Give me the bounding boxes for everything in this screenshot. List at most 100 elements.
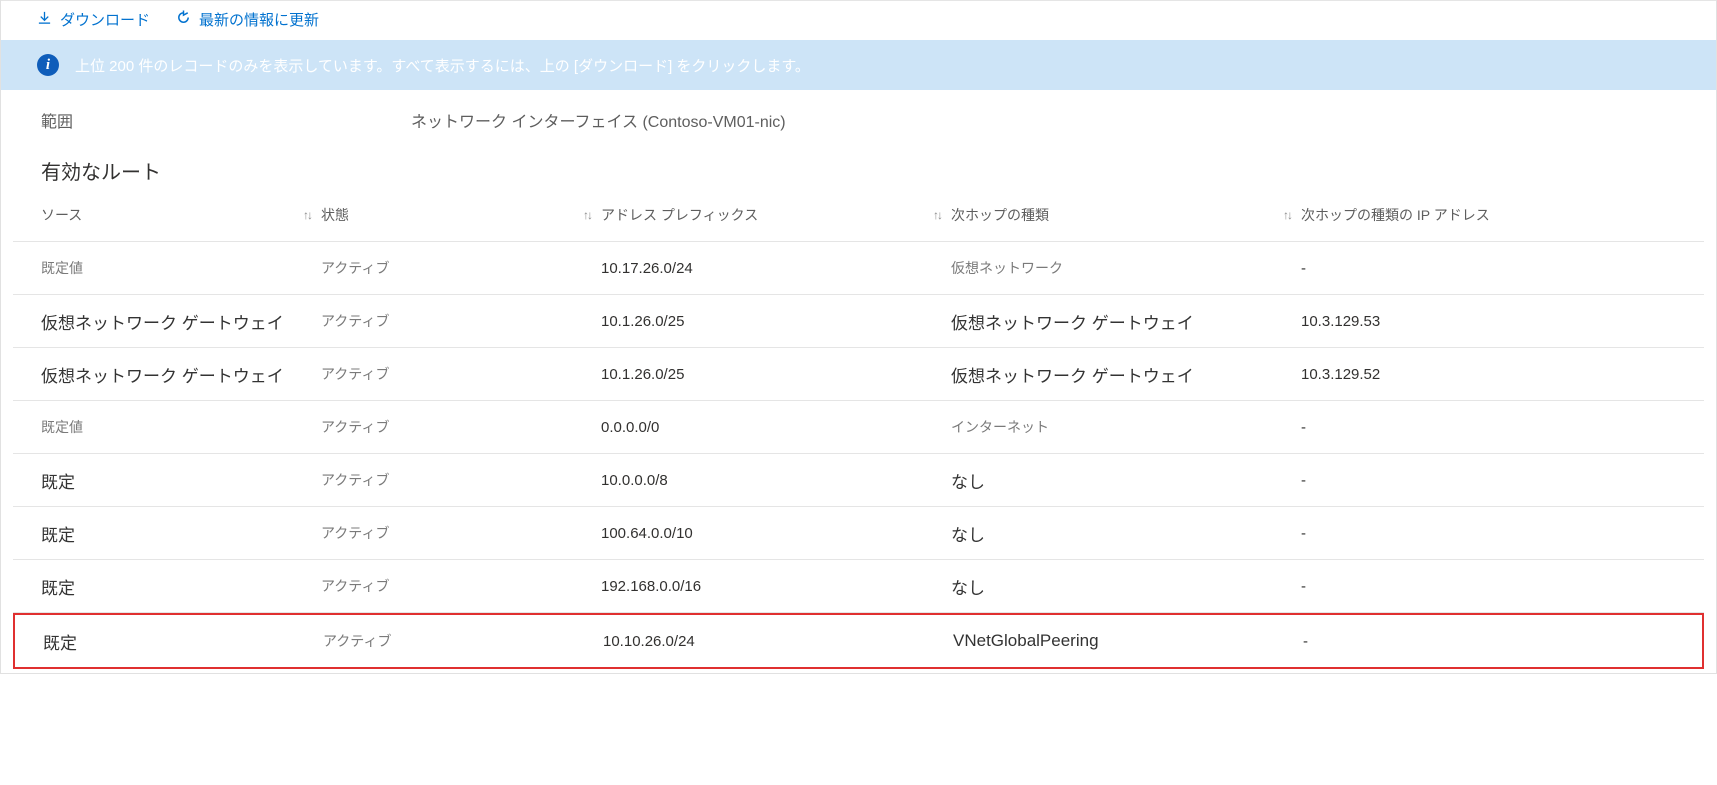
cell-hop-type-text: なし bbox=[951, 521, 985, 546]
cell-state: アクティブ bbox=[321, 470, 601, 490]
cell-hop-ip: - bbox=[1301, 525, 1676, 542]
cell-state: アクティブ bbox=[321, 576, 601, 596]
property-scope-value: ネットワーク インターフェイス (Contoso-VM01-nic) bbox=[411, 108, 786, 132]
page-root: ダウンロード 最新の情報に更新 i 上位 200 件のレコードのみを表示していま… bbox=[0, 0, 1717, 674]
cell-source: 既定 bbox=[41, 468, 321, 493]
cell-prefix: 192.168.0.0/16 bbox=[601, 578, 951, 595]
cell-prefix: 10.1.26.0/25 bbox=[601, 313, 951, 330]
sort-icon: ↑↓ bbox=[933, 208, 941, 222]
cell-prefix-text: 10.17.26.0/24 bbox=[601, 260, 693, 277]
cell-state-text: アクティブ bbox=[321, 364, 389, 384]
cell-hop-ip-text: 10.3.129.52 bbox=[1301, 366, 1380, 383]
cell-prefix: 10.0.0.0/8 bbox=[601, 472, 951, 489]
table-row[interactable]: 仮想ネットワーク ゲートウェイ アクティブ 10.1.26.0/25 仮想ネットワーク… bbox=[13, 348, 1704, 401]
table-row[interactable]: 既定アクティブ10.10.26.0/24VNetGlobalPeering- bbox=[15, 615, 1702, 667]
cell-hop-type: なし bbox=[951, 521, 1301, 546]
table-row[interactable]: 既定値 アクティブ0.0.0.0/0 インターネット - bbox=[13, 401, 1704, 454]
cell-prefix: 10.1.26.0/25 bbox=[601, 366, 951, 383]
cell-state: アクティブ bbox=[321, 417, 601, 437]
cell-hop-ip: - bbox=[1301, 260, 1676, 277]
table-row[interactable]: 既定アクティブ10.0.0.0/8 なし- bbox=[13, 454, 1704, 507]
table-row[interactable]: 既定 アクティブ 100.64.0.0/10 なし - bbox=[13, 507, 1704, 560]
cell-state-text: アクティブ bbox=[321, 311, 389, 331]
cell-prefix-text: 10.0.0.0/8 bbox=[601, 472, 668, 489]
cell-source-text: 仮想ネットワーク ゲートウェイ bbox=[41, 362, 284, 387]
cell-hop-ip-text: 10.3.129.53 bbox=[1301, 313, 1380, 330]
download-button[interactable]: ダウンロード bbox=[37, 9, 150, 30]
cell-source: 既定 bbox=[41, 521, 321, 546]
cell-hop-ip-text: - bbox=[1301, 260, 1306, 277]
cell-hop-type: 仮想ネットワーク ゲートウェイ bbox=[951, 362, 1301, 387]
col-header-hoptype[interactable]: 次ホップの種類 ↑↓ bbox=[951, 205, 1301, 225]
info-banner-text: 上位 200 件のレコードのみを表示しています。すべて表示するには、上の [ダウ… bbox=[75, 55, 810, 76]
col-header-source-label: ソース bbox=[41, 205, 82, 225]
info-banner: i 上位 200 件のレコードのみを表示しています。すべて表示するには、上の [… bbox=[1, 40, 1716, 90]
cell-hop-type-text: インターネット bbox=[951, 417, 1049, 437]
col-header-hoptype-label: 次ホップの種類 bbox=[951, 205, 1049, 225]
cell-hop-ip: - bbox=[1303, 633, 1674, 650]
download-icon bbox=[37, 10, 52, 29]
cell-prefix-text: 10.1.26.0/25 bbox=[601, 366, 684, 383]
cell-state-text: アクティブ bbox=[321, 576, 389, 596]
cell-state: アクティブ bbox=[323, 631, 603, 651]
cell-prefix-text: 100.64.0.0/10 bbox=[601, 525, 693, 542]
cell-hop-type-text: 仮想ネットワーク ゲートウェイ bbox=[951, 362, 1194, 387]
col-header-prefix-label: アドレス プレフィックス bbox=[601, 205, 758, 225]
cell-hop-ip: 10.3.129.52 bbox=[1301, 366, 1676, 383]
col-header-hopip-label: 次ホップの種類の IP アドレス bbox=[1301, 205, 1490, 225]
property-scope-label: 範囲 bbox=[41, 108, 411, 132]
table-row[interactable]: 既定値 アクティブ 10.17.26.0/24 仮想ネットワーク - bbox=[13, 242, 1704, 295]
cell-hop-type-text: 仮想ネットワーク ゲートウェイ bbox=[951, 309, 1194, 334]
cell-source: 既定値 bbox=[41, 417, 321, 437]
sort-icon: ↑↓ bbox=[303, 208, 311, 222]
cell-prefix: 100.64.0.0/10 bbox=[601, 525, 951, 542]
cell-hop-type-text: 仮想ネットワーク bbox=[951, 258, 1063, 278]
cell-hop-ip-text: - bbox=[1301, 578, 1306, 595]
cell-source-text: 既定値 bbox=[41, 258, 83, 278]
cell-prefix: 10.17.26.0/24 bbox=[601, 260, 951, 277]
info-icon: i bbox=[37, 54, 59, 76]
cell-prefix-text: 192.168.0.0/16 bbox=[601, 578, 701, 595]
cell-prefix-text: 10.10.26.0/24 bbox=[603, 633, 695, 650]
cell-state: アクティブ bbox=[321, 311, 601, 331]
cell-prefix-text: 10.1.26.0/25 bbox=[601, 313, 684, 330]
cell-source: 仮想ネットワーク ゲートウェイ bbox=[41, 309, 321, 334]
cell-source: 既定 bbox=[41, 574, 321, 599]
cell-hop-type: 仮想ネットワーク bbox=[951, 258, 1301, 278]
sort-icon: ↑↓ bbox=[1283, 208, 1291, 222]
cell-hop-ip-text: - bbox=[1301, 419, 1306, 436]
cell-state-text: アクティブ bbox=[321, 523, 389, 543]
cell-hop-ip-text: - bbox=[1303, 633, 1308, 650]
cell-hop-ip: - bbox=[1301, 578, 1676, 595]
cell-hop-ip: - bbox=[1301, 419, 1676, 436]
cell-source: 仮想ネットワーク ゲートウェイ bbox=[41, 362, 321, 387]
cell-state: アクティブ bbox=[321, 523, 601, 543]
sort-icon: ↑↓ bbox=[583, 208, 591, 222]
refresh-label: 最新の情報に更新 bbox=[199, 9, 319, 30]
cell-prefix: 0.0.0.0/0 bbox=[601, 419, 951, 436]
cell-prefix-text: 0.0.0.0/0 bbox=[601, 419, 659, 436]
cell-state: アクティブ bbox=[321, 258, 601, 278]
table-row[interactable]: 仮想ネットワーク ゲートウェイアクティブ10.1.26.0/25仮想ネットワーク… bbox=[13, 295, 1704, 348]
col-header-state[interactable]: 状態 ↑↓ bbox=[321, 205, 601, 225]
col-header-prefix[interactable]: アドレス プレフィックス ↑↓ bbox=[601, 205, 951, 225]
col-header-source[interactable]: ソース ↑↓ bbox=[41, 205, 321, 225]
command-bar: ダウンロード 最新の情報に更新 bbox=[1, 0, 1716, 40]
col-header-state-label: 状態 bbox=[321, 205, 349, 225]
cell-state-text: アクティブ bbox=[321, 258, 389, 278]
cell-hop-type-text: VNetGlobalPeering bbox=[953, 631, 1099, 651]
cell-hop-type: 仮想ネットワーク ゲートウェイ bbox=[951, 309, 1301, 334]
cell-hop-ip-text: - bbox=[1301, 472, 1306, 489]
cell-source-text: 既定 bbox=[41, 521, 75, 546]
cell-state-text: アクティブ bbox=[323, 631, 391, 651]
col-header-hopip[interactable]: 次ホップの種類の IP アドレス bbox=[1301, 205, 1676, 225]
routes-table: ソース ↑↓ 状態 ↑↓ アドレス プレフィックス ↑↓ 次ホップの種類 ↑↓ … bbox=[1, 189, 1716, 669]
refresh-button[interactable]: 最新の情報に更新 bbox=[176, 9, 319, 30]
refresh-icon bbox=[176, 10, 191, 29]
cell-source-text: 既定値 bbox=[41, 417, 83, 437]
cell-prefix: 10.10.26.0/24 bbox=[603, 633, 953, 650]
table-row[interactable]: 既定アクティブ 192.168.0.0/16 なし- bbox=[13, 560, 1704, 613]
cell-hop-type: なし bbox=[951, 574, 1301, 599]
cell-hop-type: なし bbox=[951, 468, 1301, 493]
cell-hop-ip: 10.3.129.53 bbox=[1301, 313, 1676, 330]
